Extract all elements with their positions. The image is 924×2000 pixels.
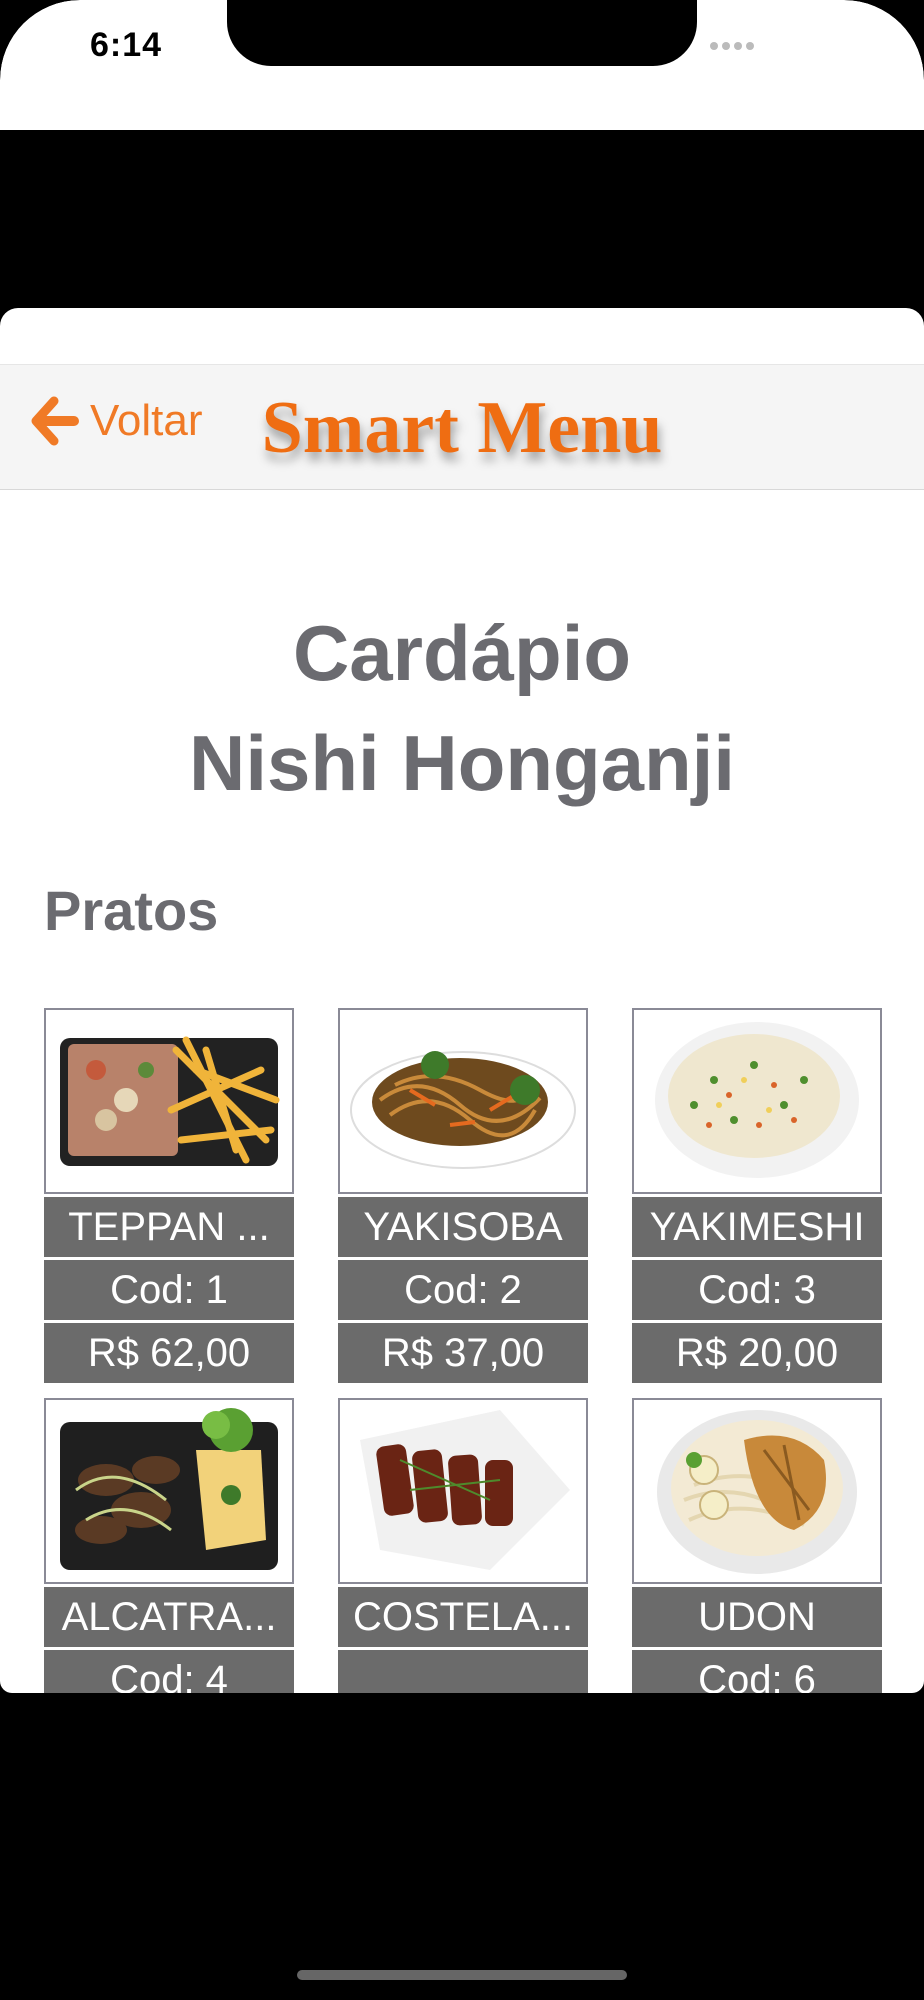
dish-code: Cod: 2 — [338, 1260, 588, 1320]
dish-card[interactable]: TEPPAN ... Cod: 1 R$ 62,00 — [44, 1008, 294, 1383]
dish-name: COSTELA... — [338, 1587, 588, 1647]
dish-name: YAKIMESHI — [632, 1197, 882, 1257]
dish-code: Cod: 4 — [44, 1650, 294, 1693]
dish-name: UDON — [632, 1587, 882, 1647]
battery-icon — [820, 32, 874, 60]
page-title-line2: Nishi Honganji — [189, 719, 735, 807]
device-notch — [227, 0, 697, 66]
yakimeshi-dish-photo — [632, 1008, 882, 1194]
dish-card[interactable]: UDON Cod: 6 — [632, 1398, 882, 1693]
home-indicator[interactable] — [297, 1970, 627, 1980]
yakisoba-dish-photo — [338, 1008, 588, 1194]
dish-price: R$ 37,00 — [338, 1323, 588, 1383]
dish-name: YAKISOBA — [338, 1197, 588, 1257]
page-title-line1: Cardápio — [292, 609, 632, 697]
dish-code: Cod: 1 — [44, 1260, 294, 1320]
dish-price: R$ 62,00 — [44, 1323, 294, 1383]
costela-dish-photo — [338, 1398, 588, 1584]
status-icons — [710, 32, 876, 60]
section-title: Pratos — [44, 879, 219, 942]
wifi-icon — [768, 32, 806, 58]
dish-name: ALCATRA... — [44, 1587, 294, 1647]
back-button[interactable]: Voltar — [28, 395, 203, 447]
arrow-left-icon — [31, 396, 79, 446]
dish-card[interactable]: YAKIMESHI Cod: 3 R$ 20,00 — [632, 1008, 882, 1383]
dish-card[interactable]: YAKISOBA Cod: 2 R$ 37,00 — [338, 1008, 588, 1383]
signal-icon — [710, 42, 754, 50]
phone-frame: 6:14 Voltar Smart Menu Cardápio Nishi Ho… — [0, 0, 924, 2000]
udon-dish-photo — [632, 1398, 882, 1584]
brand-logo: Smart Menu — [244, 365, 680, 491]
brand-text: Smart Menu — [261, 386, 663, 469]
dish-code: Cod: 3 — [632, 1260, 882, 1320]
top-black-band — [0, 130, 924, 308]
alcatra-dish-photo — [44, 1398, 294, 1584]
dish-name: TEPPAN ... — [44, 1197, 294, 1257]
dish-price: R$ 20,00 — [632, 1323, 882, 1383]
status-time: 6:14 — [90, 26, 163, 64]
navigation-bar: Voltar Smart Menu — [0, 364, 924, 490]
dish-code: Cod: 6 — [632, 1650, 882, 1693]
back-label: Voltar — [90, 396, 203, 445]
dish-card[interactable]: ALCATRA... Cod: 4 — [44, 1398, 294, 1693]
dish-card[interactable]: COSTELA... — [338, 1398, 588, 1693]
app-screen: Voltar Smart Menu Cardápio Nishi Honganj… — [0, 308, 924, 1693]
dish-code — [338, 1650, 588, 1693]
teppan-dish-photo — [44, 1008, 294, 1194]
